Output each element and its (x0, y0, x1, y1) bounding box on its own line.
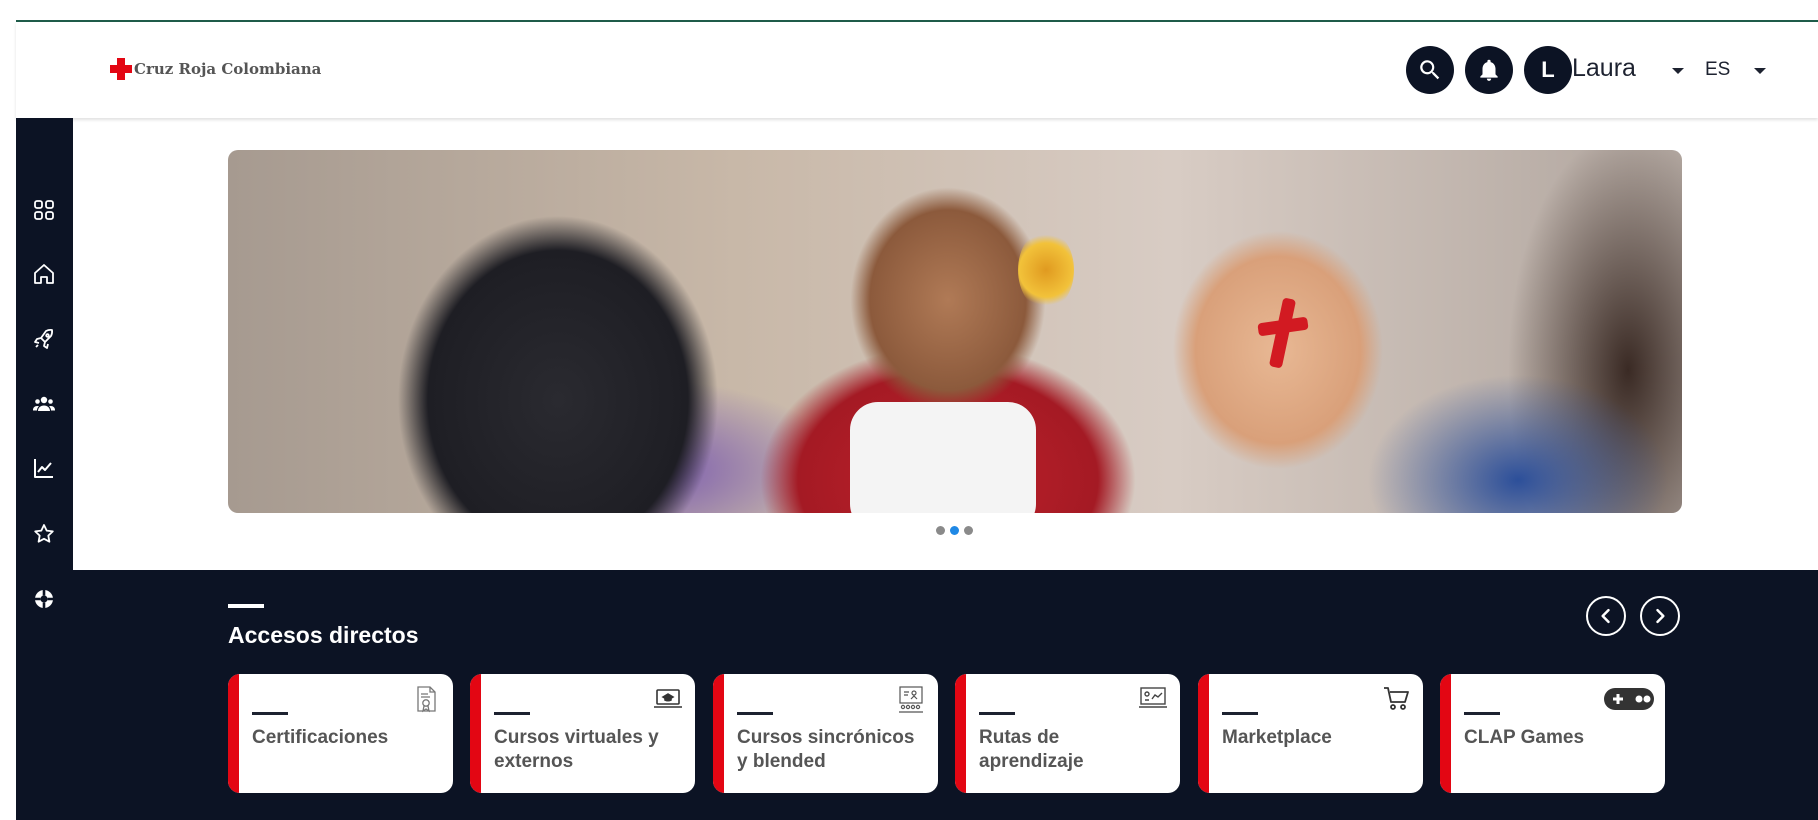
chevron-left-icon (1601, 608, 1610, 624)
card-dash (252, 712, 288, 715)
language-caret-icon[interactable] (1754, 68, 1766, 74)
card-label: CLAP Games (1464, 727, 1585, 748)
quick-card-rutas-aprendizaje[interactable]: Rutas de aprendizaje (955, 674, 1180, 793)
cart-icon (1379, 684, 1413, 714)
home-icon (34, 264, 54, 284)
top-header: Cruz Roja Colombiana L Laura ES (16, 22, 1818, 118)
carousel-indicators (936, 526, 973, 535)
face-paint-flower (1018, 230, 1074, 310)
learning-path-icon (1136, 684, 1170, 714)
card-dash (1464, 712, 1500, 715)
sidebar-item-help[interactable] (30, 585, 58, 613)
card-dash (979, 712, 1015, 715)
user-name[interactable]: Laura (1572, 54, 1636, 83)
card-dash (1222, 712, 1258, 715)
users-icon (33, 396, 55, 411)
gamepad-icon (1603, 684, 1655, 714)
carousel-dot-1[interactable] (936, 526, 945, 535)
notifications-button[interactable] (1465, 46, 1513, 94)
quick-card-certificaciones[interactable]: Certificaciones (228, 674, 453, 793)
user-menu-caret-icon[interactable] (1672, 68, 1684, 74)
card-label: Marketplace (1222, 727, 1332, 748)
quick-card-cursos-virtuales[interactable]: Cursos virtuales y externos (470, 674, 695, 793)
sidebar-item-progress[interactable] (30, 454, 58, 482)
sidebar-item-community[interactable] (30, 390, 58, 418)
quick-card-cursos-sincronicos[interactable]: Cursos sincrónicos y blended (713, 674, 938, 793)
certificate-icon (409, 684, 443, 714)
laptop-course-icon (651, 684, 685, 714)
carousel-dot-2[interactable] (950, 526, 959, 535)
sidebar (16, 118, 73, 820)
chevron-right-icon (1656, 608, 1665, 624)
card-label: Certificaciones (252, 727, 389, 748)
quick-card-clap-games[interactable]: CLAP Games (1440, 674, 1665, 793)
hero-carousel-image[interactable] (228, 150, 1682, 513)
sidebar-item-explore[interactable] (30, 325, 58, 353)
sidebar-item-favorites[interactable] (30, 520, 58, 548)
rocket-icon (34, 329, 53, 349)
card-label: Cursos virtuales y externos (494, 727, 659, 772)
grid-icon (34, 200, 54, 220)
card-accent (1198, 674, 1209, 793)
card-label: Rutas de aprendizaje (979, 727, 1084, 772)
search-icon (1420, 60, 1440, 80)
lifebuoy-icon (35, 590, 53, 608)
next-button[interactable] (1640, 596, 1680, 636)
quick-card-marketplace[interactable]: Marketplace (1198, 674, 1423, 793)
chart-icon (34, 459, 53, 478)
user-avatar[interactable]: L (1524, 46, 1572, 94)
card-accent (955, 674, 966, 793)
face-paint-cross (1258, 298, 1308, 368)
bell-icon (1480, 59, 1498, 81)
sidebar-item-apps[interactable] (30, 196, 58, 224)
language-selector[interactable]: ES (1705, 59, 1730, 81)
card-label: Cursos sincrónicos y blended (737, 727, 915, 772)
card-dash (494, 712, 530, 715)
brand-logo-text: Cruz Roja Colombiana (134, 60, 322, 78)
previous-button[interactable] (1586, 596, 1626, 636)
card-accent (1440, 674, 1451, 793)
card-accent (470, 674, 481, 793)
carousel-dot-3[interactable] (964, 526, 973, 535)
section-title-bar (228, 604, 264, 608)
classroom-icon (894, 684, 928, 714)
sidebar-item-home[interactable] (30, 260, 58, 288)
card-accent (228, 674, 239, 793)
card-accent (713, 674, 724, 793)
star-icon (34, 524, 54, 543)
brand-logo[interactable]: Cruz Roja Colombiana (110, 58, 321, 80)
section-title: Accesos directos (228, 622, 419, 648)
avatar-initial: L (1541, 57, 1555, 82)
search-button[interactable] (1406, 46, 1454, 94)
quick-access-section: Accesos directos Certificaciones Cursos … (73, 570, 1818, 820)
red-cross-icon (110, 58, 132, 80)
phone-in-photo (850, 402, 1036, 513)
card-dash (737, 712, 773, 715)
